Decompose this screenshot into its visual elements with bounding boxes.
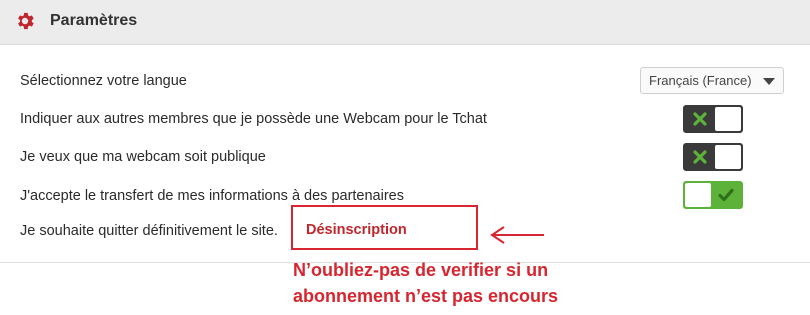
webcam-notice-label: Indiquer aux autres membres que je possè… [20,111,487,127]
webcam-public-label: Je veux que ma webcam soit publique [20,149,266,165]
unsubscribe-label: Je souhaite quitter définitivement le si… [20,223,278,239]
arrow-left-icon [490,226,544,244]
checkmark-icon [711,183,741,207]
annotation-line-1: N’oubliez-pas de verifier si un [293,260,549,280]
gear-icon [18,12,34,30]
webcam-notice-toggle[interactable] [683,105,743,133]
cross-icon [685,107,715,131]
annotation-line-2: abonnement n’est pas encours [293,286,559,306]
page-title: Paramètres [50,12,138,29]
language-select[interactable]: Français (France) [640,67,784,94]
partner-transfer-label: J'accepte le transfert de mes informatio… [20,188,404,204]
toggle-thumb [685,183,711,207]
toggle-thumb [715,107,741,131]
language-label: Sélectionnez votre langue [20,73,187,89]
chevron-down-icon [763,78,775,85]
toggle-thumb [715,145,741,169]
highlight-box [291,205,478,250]
webcam-public-toggle[interactable] [683,143,743,171]
settings-header: Paramètres [0,0,810,45]
cross-icon [685,145,715,169]
partner-transfer-toggle[interactable] [683,181,743,209]
language-select-value: Français (France) [649,73,752,88]
